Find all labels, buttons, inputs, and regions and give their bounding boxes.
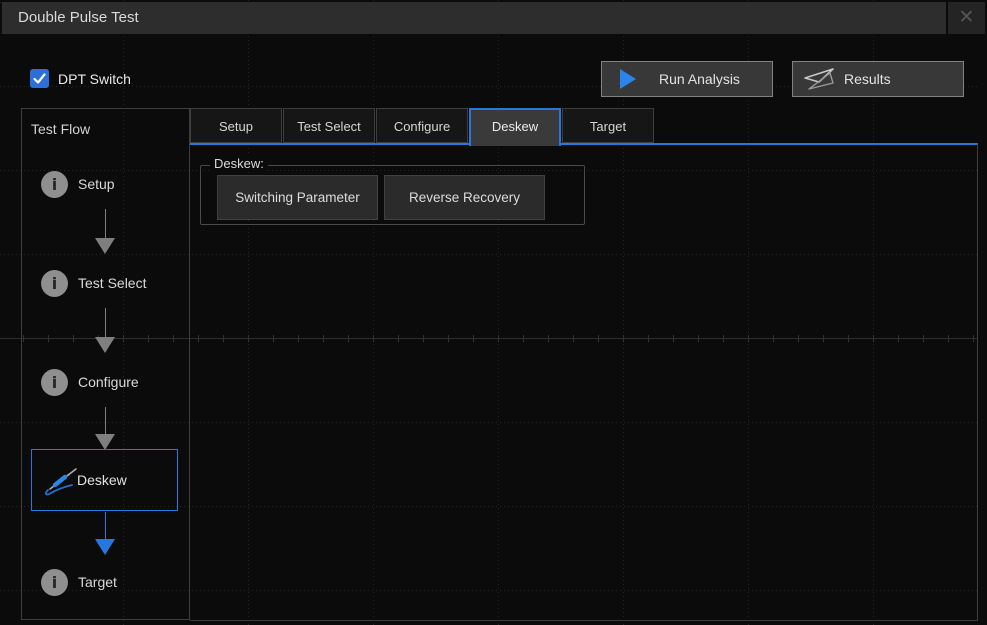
play-icon — [619, 69, 636, 89]
flow-step-deskew-active[interactable]: Deskew — [31, 449, 178, 511]
tab-bar: Setup Test Select Configure Deskew Targe… — [190, 108, 655, 146]
flow-step-label: Test Select — [78, 275, 146, 291]
probe-icon — [44, 463, 80, 497]
flow-step-test-select[interactable]: i Test Select — [22, 269, 189, 297]
tab-target[interactable]: Target — [562, 108, 654, 143]
flow-step-setup[interactable]: i Setup — [22, 170, 189, 198]
waveform-cursor-icon — [803, 66, 837, 92]
results-label: Results — [844, 71, 891, 87]
dialog-titlebar: Double Pulse Test — [2, 2, 985, 34]
dialog-title: Double Pulse Test — [18, 2, 139, 34]
tab-configure[interactable]: Configure — [376, 108, 468, 143]
switching-parameter-button[interactable]: Switching Parameter — [217, 175, 378, 220]
run-analysis-button[interactable]: Run Analysis — [601, 61, 773, 97]
info-icon: i — [41, 369, 68, 396]
tab-deskew[interactable]: Deskew — [469, 108, 561, 146]
flow-step-label: Target — [78, 574, 117, 590]
deskew-group-box: Deskew: Switching Parameter Reverse Reco… — [200, 165, 585, 225]
info-icon: i — [41, 270, 68, 297]
test-flow-panel: Test Flow i Setup i Test Select i Config… — [21, 108, 190, 620]
flow-step-label: Setup — [78, 176, 115, 192]
down-arrow — [94, 407, 116, 450]
dpt-switch-label: DPT Switch — [58, 71, 131, 87]
dpt-switch-row: DPT Switch — [30, 69, 131, 88]
close-x-icon: ✕ — [959, 7, 975, 28]
test-flow-title: Test Flow — [31, 121, 90, 137]
tab-setup[interactable]: Setup — [190, 108, 282, 143]
info-icon: i — [41, 171, 68, 198]
down-arrow-blue — [94, 512, 116, 555]
run-analysis-label: Run Analysis — [659, 71, 740, 87]
flow-step-configure[interactable]: i Configure — [22, 368, 189, 396]
down-arrow — [94, 308, 116, 353]
dpt-switch-checkbox[interactable] — [30, 69, 49, 88]
tab-test-select[interactable]: Test Select — [283, 108, 375, 143]
reverse-recovery-button[interactable]: Reverse Recovery — [384, 175, 545, 220]
info-icon: i — [41, 569, 68, 596]
results-button[interactable]: Results — [792, 61, 964, 97]
deskew-tab-panel: Deskew: Switching Parameter Reverse Reco… — [190, 143, 978, 621]
checkmark-icon — [32, 71, 47, 86]
flow-step-label: Deskew — [77, 472, 127, 488]
deskew-group-label: Deskew: — [210, 156, 268, 171]
flow-step-target[interactable]: i Target — [22, 568, 189, 596]
flow-step-label: Configure — [78, 374, 139, 390]
close-button[interactable]: ✕ — [946, 2, 985, 34]
down-arrow — [94, 209, 116, 254]
